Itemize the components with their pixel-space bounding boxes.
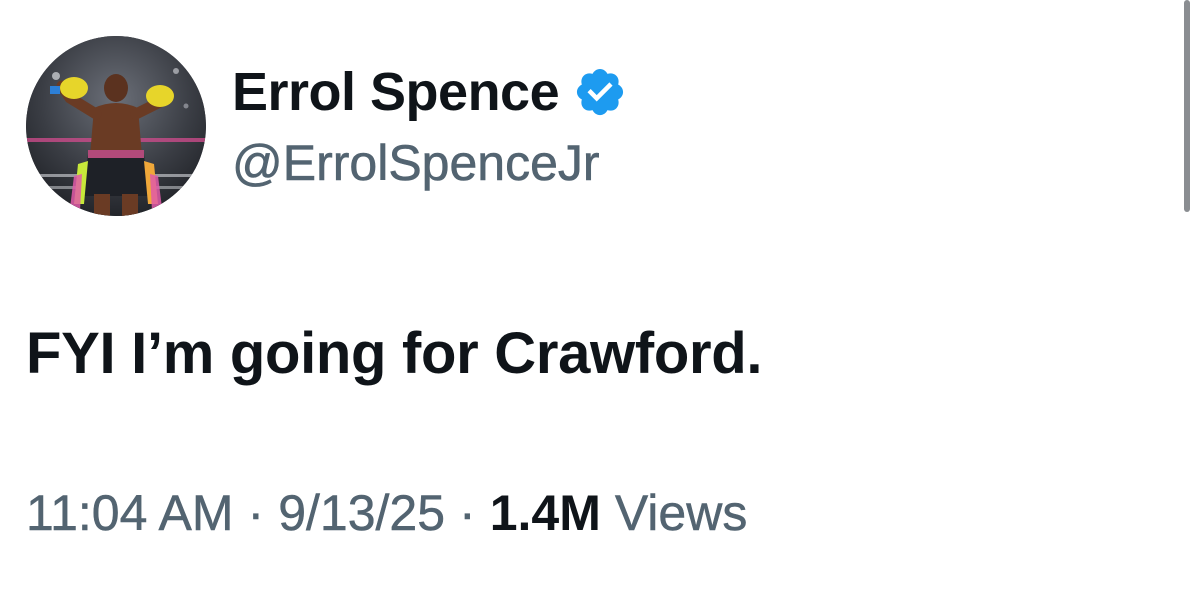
tweet-meta: 11:04 AM · 9/13/25 · 1.4M Views [26,485,748,541]
boxer-profile-photo [26,36,206,216]
avatar[interactable] [26,36,206,216]
display-name[interactable]: Errol Spence [232,65,560,119]
tweet-card: Errol Spence @ErrolSpenceJr FYI I’m goin… [0,0,1200,607]
tweet-date[interactable]: 9/13/25 [278,485,445,541]
views-label[interactable]: Views [615,485,748,541]
author-handle[interactable]: @ErrolSpenceJr [232,135,627,191]
author-identity: Errol Spence @ErrolSpenceJr [232,56,627,191]
tweet-text: FYI I’m going for Crawford. [26,321,763,386]
tweet-time[interactable]: 11:04 AM [26,485,234,541]
verified-badge-icon[interactable] [573,65,627,119]
meta-separator: · [247,485,265,541]
scrollbar[interactable] [1184,0,1190,212]
name-row: Errol Spence [232,56,627,128]
views-count[interactable]: 1.4M [490,486,601,541]
meta-separator: · [459,485,476,541]
